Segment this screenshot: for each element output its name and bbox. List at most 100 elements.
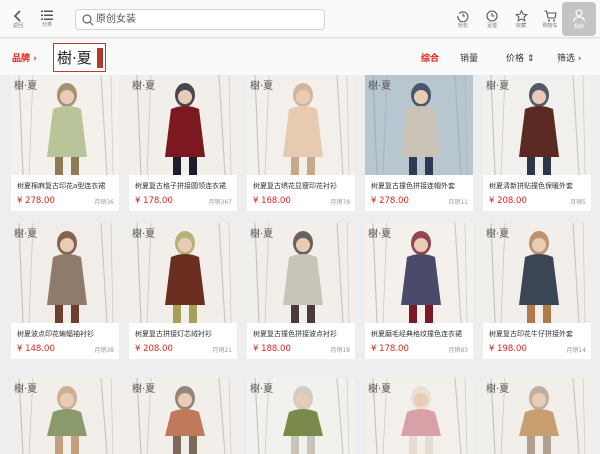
product-card[interactable]: 樹·夏 — [483, 378, 591, 454]
product-image[interactable]: 樹·夏 — [365, 223, 473, 323]
back-button[interactable]: 返回 — [4, 0, 32, 38]
product-image[interactable]: 樹·夏 — [247, 378, 355, 454]
product-image[interactable]: 樹·夏 — [129, 75, 237, 175]
action-label: 轻松 — [457, 22, 468, 29]
search-input[interactable] — [96, 11, 320, 28]
brand-watermark: 樹·夏 — [14, 81, 38, 92]
back-label: 返回 — [12, 22, 23, 29]
product-sales: 月销18 — [330, 347, 350, 354]
product-card[interactable]: 樹·夏树夏复古格子拼接圆领连衣裙 ¥ 178.00 月销367 — [129, 75, 237, 211]
product-price: ¥ 148.00 — [17, 344, 55, 354]
product-card[interactable]: 樹·夏树夏波点印花蝙蝠袖衬衫 ¥ 148.00 月销38 — [11, 223, 119, 359]
history-icon — [457, 10, 469, 22]
search-icon — [82, 14, 94, 26]
sort-filter[interactable]: 筛选 › — [557, 51, 581, 64]
product-title[interactable]: 树夏棉麻复古印花a型连衣裙 — [17, 181, 115, 191]
product-price: ¥ 278.00 — [17, 196, 55, 206]
brand-watermark: 樹·夏 — [14, 384, 38, 395]
product-title[interactable]: 树夏波点印花蝙蝠袖衬衫 — [17, 329, 115, 339]
product-image[interactable]: 樹·夏 — [365, 75, 473, 175]
product-image[interactable]: 樹·夏 — [11, 75, 119, 175]
product-image[interactable]: 樹·夏 — [483, 378, 591, 454]
user-center-button[interactable]: 我的 — [562, 2, 596, 36]
product-card[interactable]: 樹·夏树夏复古拼接灯芯绒衬衫 ¥ 208.00 月销21 — [129, 223, 237, 359]
clock-icon — [486, 9, 498, 22]
product-sales: 月销38 — [94, 347, 114, 354]
product-title[interactable]: 树夏复古撞色拼接连帽外套 — [371, 181, 469, 191]
product-card[interactable]: 樹·夏树夏复古撞色拼接波点衬衫 ¥ 188.00 月销18 — [247, 223, 355, 359]
top-bar: 返回 分类 轻松 足迹 收藏 购物车 我的 — [0, 0, 600, 38]
star-icon — [514, 9, 528, 22]
user-icon — [572, 8, 586, 22]
product-price: ¥ 208.00 — [135, 344, 173, 354]
product-title[interactable]: 树夏复古拼接灯芯绒衬衫 — [135, 329, 233, 339]
product-image[interactable]: 樹·夏 — [247, 75, 355, 175]
product-card[interactable]: 樹·夏 — [129, 378, 237, 454]
product-sales: 月销14 — [566, 347, 586, 354]
action-cart-button[interactable]: 购物车 — [538, 0, 562, 38]
brand-watermark: 樹·夏 — [132, 81, 156, 92]
search-box[interactable] — [75, 9, 325, 30]
sort-price[interactable]: 价格 ⇕ — [506, 51, 534, 64]
action-footprint-button[interactable]: 足迹 — [481, 0, 503, 38]
category-button[interactable]: 分类 — [34, 0, 60, 38]
product-image[interactable]: 樹·夏 — [483, 223, 591, 323]
product-card[interactable]: 樹·夏树夏清新拼贴撞色保暖外套 ¥ 208.00 月销5 — [483, 75, 591, 211]
brand-watermark: 樹·夏 — [486, 81, 510, 92]
brand-filter[interactable]: 品牌 › — [12, 51, 37, 64]
product-sales: 月销11 — [448, 199, 468, 206]
action-history-button[interactable]: 轻松 — [452, 0, 474, 38]
product-card[interactable]: 樹·夏 树夏复古撞色拼接连帽外套 ¥ 278.00 月销11 — [365, 75, 473, 211]
product-price: ¥ 198.00 — [489, 344, 527, 354]
product-title[interactable]: 树夏复古印花牛仔拼接外套 — [489, 329, 587, 339]
product-title[interactable]: 树夏复古格子拼接圆领连衣裙 — [135, 181, 233, 191]
brand-watermark: 樹·夏 — [250, 81, 274, 92]
product-card[interactable]: 樹·夏树夏磨毛经典格纹撞色连衣裙 ¥ 178.00 月销83 — [365, 223, 473, 359]
product-card[interactable]: 樹·夏 — [11, 378, 119, 454]
product-title[interactable]: 树夏磨毛经典格纹撞色连衣裙 — [371, 329, 469, 339]
product-price: ¥ 208.00 — [489, 196, 527, 206]
sort-composite[interactable]: 综合 — [421, 51, 439, 64]
category-label: 分类 — [41, 22, 52, 28]
product-sales: 月销78 — [330, 199, 350, 206]
product-image[interactable]: 樹·夏 — [483, 75, 591, 175]
product-sales: 月销83 — [448, 347, 468, 354]
brand-watermark: 樹·夏 — [132, 229, 156, 240]
sort-sales[interactable]: 销量 — [460, 51, 478, 64]
brand-watermark: 樹·夏 — [368, 81, 392, 92]
product-card[interactable]: 樹·夏 — [365, 378, 473, 454]
product-image[interactable]: 樹·夏 — [365, 378, 473, 454]
product-sales: 月销367 — [208, 199, 232, 206]
brand-logo-text: 樹·夏 — [57, 49, 92, 67]
product-image[interactable]: 樹·夏 — [11, 378, 119, 454]
product-price: ¥ 178.00 — [135, 196, 173, 206]
product-title[interactable]: 树夏清新拼贴撞色保暖外套 — [489, 181, 587, 191]
product-image[interactable]: 樹·夏 — [129, 378, 237, 454]
product-sales: 月销5 — [570, 199, 586, 206]
product-title[interactable]: 树夏复古撞色拼接波点衬衫 — [253, 329, 351, 339]
product-card[interactable]: 樹·夏 — [247, 378, 355, 454]
product-image[interactable]: 樹·夏 — [247, 223, 355, 323]
brand-logo[interactable]: 樹·夏 — [53, 43, 106, 72]
brand-seal — [97, 48, 103, 68]
product-price: ¥ 168.00 — [253, 196, 291, 206]
cart-icon — [544, 9, 557, 21]
product-image[interactable]: 樹·夏 — [11, 223, 119, 323]
product-sales: 月销21 — [212, 347, 232, 354]
product-sales: 月销36 — [94, 199, 114, 206]
product-price: ¥ 178.00 — [371, 344, 409, 354]
product-title[interactable]: 树夏复古绣花显瘦印花衬衫 — [253, 181, 351, 191]
product-card[interactable]: 樹·夏树夏复古绣花显瘦印花衬衫 ¥ 168.00 月销78 — [247, 75, 355, 211]
user-label: 我的 — [573, 23, 584, 30]
product-price: ¥ 188.00 — [253, 344, 291, 354]
brand-watermark: 樹·夏 — [14, 229, 38, 240]
action-label: 足迹 — [486, 22, 497, 29]
brand-watermark: 樹·夏 — [486, 229, 510, 240]
brand-watermark: 樹·夏 — [250, 229, 274, 240]
brand-watermark: 樹·夏 — [132, 384, 156, 395]
back-icon — [13, 9, 21, 22]
product-card[interactable]: 樹·夏树夏复古印花牛仔拼接外套 ¥ 198.00 月销14 — [483, 223, 591, 359]
product-image[interactable]: 樹·夏 — [129, 223, 237, 323]
action-favorites-button[interactable]: 收藏 — [510, 0, 532, 38]
product-card[interactable]: 樹·夏树夏棉麻复古印花a型连衣裙 ¥ 278.00 月销36 — [11, 75, 119, 211]
